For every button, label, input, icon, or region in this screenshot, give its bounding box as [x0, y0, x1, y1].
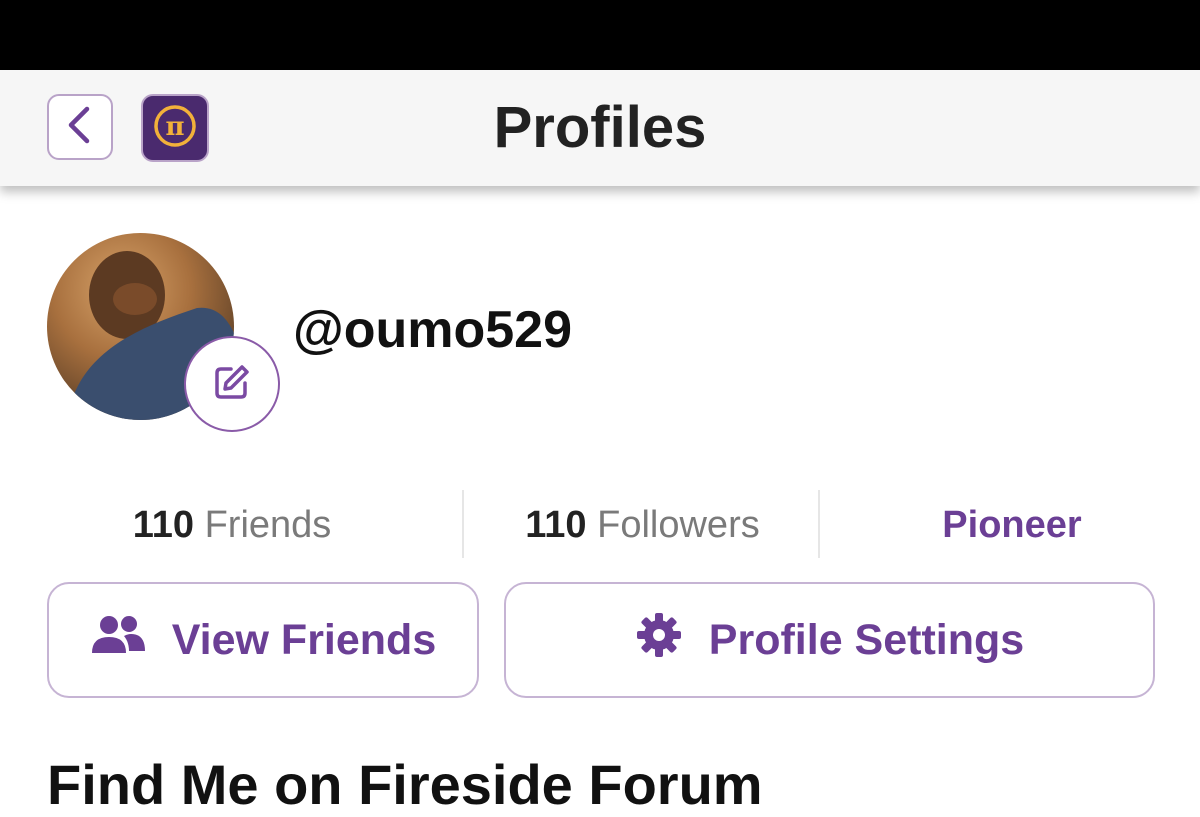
- followers-label: Followers: [597, 504, 760, 546]
- profile-settings-button[interactable]: Profile Settings: [504, 582, 1155, 698]
- stats-divider: [818, 490, 820, 558]
- profile-username: @oumo529: [293, 301, 572, 359]
- stats-divider: [462, 490, 464, 558]
- back-button[interactable]: [47, 94, 113, 160]
- profile-stats: 110 Friends 110 Followers Pioneer: [0, 488, 1200, 558]
- gear-icon: [635, 611, 683, 670]
- pi-symbol: π: [165, 112, 184, 142]
- followers-count: 110: [525, 504, 587, 546]
- app-header: π Profiles: [0, 70, 1200, 186]
- profile-settings-label: Profile Settings: [708, 615, 1025, 664]
- chevron-left-icon: [63, 105, 97, 150]
- friends-label: Friends: [204, 504, 332, 546]
- friends-count: 110: [132, 504, 195, 546]
- role-badge: Pioneer: [942, 504, 1082, 546]
- view-friends-button[interactable]: View Friends: [47, 582, 479, 698]
- friends-stat: 110 Friends: [47, 488, 417, 558]
- view-friends-label: View Friends: [171, 615, 437, 664]
- edit-avatar-button[interactable]: [184, 336, 280, 432]
- status-bar: [0, 0, 1200, 70]
- fireside-section-title: Find Me on Fireside Forum: [47, 753, 763, 816]
- people-icon: [90, 615, 146, 666]
- pencil-edit-icon: [213, 363, 251, 406]
- pi-network-logo[interactable]: π: [141, 94, 209, 162]
- followers-stat: 110 Followers: [465, 488, 820, 558]
- pi-network-logo-icon: π: [151, 102, 199, 155]
